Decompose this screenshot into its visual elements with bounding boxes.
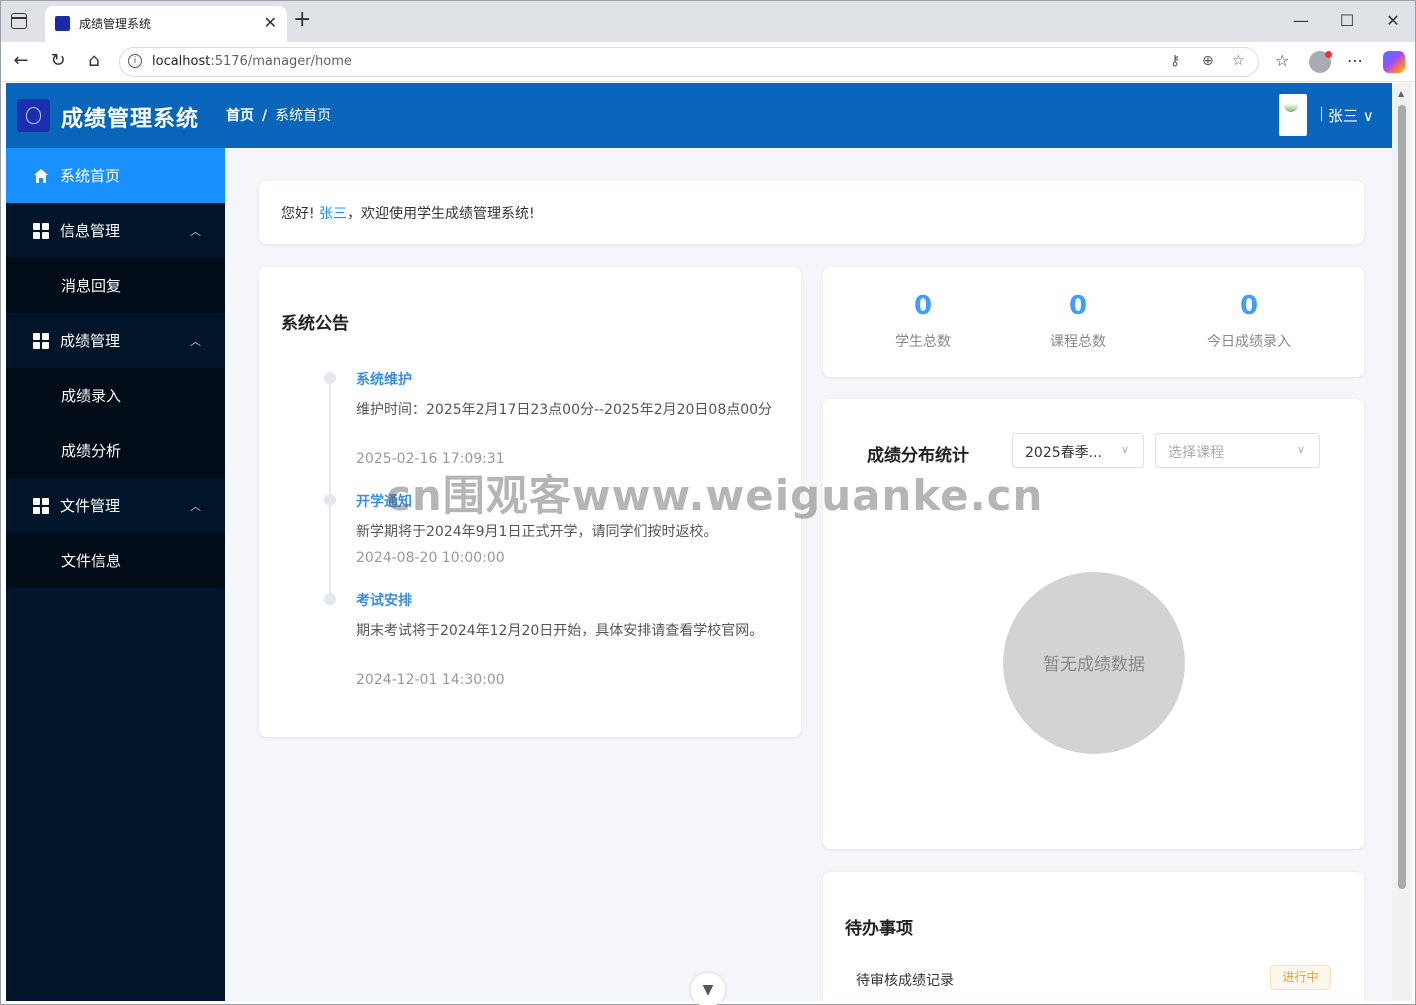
welcome-card: 您好! 张三，欢迎使用学生成绩管理系统! bbox=[259, 181, 1364, 244]
chevron-down-icon: ∨ bbox=[1120, 443, 1129, 456]
browser-window: 成绩管理系统 ✕ + — ☐ ✕ ← ↻ ⌂ i localhost:5176/… bbox=[0, 0, 1416, 1005]
timeline-line bbox=[329, 378, 331, 606]
reload-icon[interactable]: ↻ bbox=[46, 50, 70, 71]
stat-label: 课程总数 bbox=[1050, 334, 1106, 350]
app-root: 成绩管理系统 首页 / 系统首页 张三 ∨ 系统首页 信息管理 ︿ 消息回复 成… bbox=[6, 83, 1397, 1001]
avatar[interactable] bbox=[1279, 94, 1307, 136]
notification-dot bbox=[1325, 51, 1332, 58]
notice-item-body: 期末考试将于2024年12月20日开始，具体安排请查看学校官网。 bbox=[356, 623, 764, 639]
timeline-dot bbox=[324, 372, 336, 384]
sidebar-item-file-info[interactable]: 文件信息 bbox=[6, 533, 225, 588]
minimize-icon[interactable]: — bbox=[1291, 11, 1311, 30]
stat-label: 今日成绩录入 bbox=[1207, 334, 1291, 350]
url-text: localhost:5176/manager/home bbox=[152, 54, 352, 69]
breadcrumb-current: 系统首页 bbox=[275, 108, 332, 124]
tab-actions-icon[interactable] bbox=[11, 13, 27, 29]
scroll-down-icon[interactable]: ▼ bbox=[691, 973, 725, 1005]
copilot-icon[interactable] bbox=[1383, 51, 1405, 73]
browser-tab[interactable]: 成绩管理系统 ✕ bbox=[45, 6, 287, 42]
home-icon bbox=[34, 169, 48, 183]
stat-label: 学生总数 bbox=[895, 334, 951, 350]
breadcrumb-home[interactable]: 首页 bbox=[226, 108, 254, 124]
tab-title: 成绩管理系统 bbox=[79, 17, 152, 31]
sidebar-item-score-entry[interactable]: 成绩录入 bbox=[6, 368, 225, 423]
chevron-up-icon: ︿ bbox=[190, 225, 201, 238]
stat-students: 0 学生总数 bbox=[853, 289, 993, 351]
app-header: 成绩管理系统 首页 / 系统首页 张三 ∨ bbox=[6, 83, 1397, 148]
sidebar-item-message-reply[interactable]: 消息回复 bbox=[6, 258, 225, 313]
sidebar-item-score-management[interactable]: 成绩管理 ︿ bbox=[6, 313, 225, 368]
chevron-down-icon: ∨ bbox=[1358, 107, 1374, 125]
todo-title: 待办事项 bbox=[845, 919, 913, 939]
chevron-down-icon: ∨ bbox=[1296, 443, 1305, 456]
timeline-dot bbox=[324, 593, 336, 605]
watermark: cn围观客www.weiguanke.cn bbox=[386, 471, 1044, 520]
sidebar-item-info-management[interactable]: 信息管理 ︿ bbox=[6, 203, 225, 258]
welcome-text: 您好! 张三，欢迎使用学生成绩管理系统! bbox=[281, 206, 535, 222]
notice-item-title[interactable]: 系统维护 bbox=[356, 369, 412, 389]
sidebar-item-score-analysis[interactable]: 成绩分析 bbox=[6, 423, 225, 478]
sidebar-item-home[interactable]: 系统首页 bbox=[6, 148, 225, 203]
notice-item-time: 2024-12-01 14:30:00 bbox=[356, 672, 505, 688]
empty-text: 暂无成绩数据 bbox=[1043, 655, 1145, 675]
stat-value: 0 bbox=[913, 291, 933, 321]
maximize-icon[interactable]: ☐ bbox=[1337, 11, 1357, 30]
notice-item-body: 维护时间：2025年2月17日23点00分--2025年2月20日08点00分 bbox=[356, 402, 773, 418]
new-tab-icon[interactable]: + bbox=[293, 9, 311, 31]
notice-item-body: 新学期将于2024年9月1日正式开学，请同学们按时返校。 bbox=[356, 524, 718, 540]
notice-item-time: 2024-08-20 10:00:00 bbox=[356, 550, 505, 566]
stat-today-entries: 0 今日成绩录入 bbox=[1179, 289, 1319, 351]
favorite-star-icon[interactable]: ☆ bbox=[1232, 53, 1245, 69]
address-bar-row: ← ↻ ⌂ i localhost:5176/manager/home ⚷ ⊕ … bbox=[1, 42, 1415, 82]
grid-icon bbox=[33, 223, 49, 239]
course-select[interactable]: 选择课程 ∨ bbox=[1155, 433, 1320, 468]
more-menu-icon[interactable]: ⋯ bbox=[1347, 51, 1363, 70]
status-badge: 进行中 bbox=[1270, 965, 1331, 990]
notice-item-title[interactable]: 考试安排 bbox=[356, 590, 412, 610]
browser-tab-bar: 成绩管理系统 ✕ + — ☐ ✕ bbox=[1, 1, 1415, 42]
chevron-up-icon: ︿ bbox=[190, 335, 201, 348]
favicon-icon bbox=[55, 16, 70, 31]
breadcrumb: 首页 / 系统首页 bbox=[226, 108, 332, 124]
stat-value: 0 bbox=[1068, 291, 1088, 321]
stats-card: 0 学生总数 0 课程总数 0 今日成绩录入 bbox=[823, 267, 1364, 377]
key-icon[interactable]: ⚷ bbox=[1170, 53, 1180, 69]
stat-courses: 0 课程总数 bbox=[1008, 289, 1148, 351]
logo bbox=[17, 99, 50, 132]
sidebar: 系统首页 信息管理 ︿ 消息回复 成绩管理 ︿ 成绩录入 成绩分析 文件管理 ︿… bbox=[6, 148, 225, 1001]
close-tab-icon[interactable]: ✕ bbox=[264, 13, 277, 32]
notice-title: 系统公告 bbox=[281, 314, 349, 334]
back-icon[interactable]: ← bbox=[9, 50, 33, 71]
sidebar-item-file-management[interactable]: 文件管理 ︿ bbox=[6, 478, 225, 533]
zoom-icon[interactable]: ⊕ bbox=[1202, 53, 1214, 69]
page-scrollbar[interactable]: ▲ bbox=[1392, 83, 1412, 1001]
grid-icon bbox=[33, 333, 49, 349]
chevron-up-icon: ︿ bbox=[190, 500, 201, 513]
empty-chart-placeholder: 暂无成绩数据 bbox=[1003, 572, 1185, 754]
favorites-icon[interactable]: ☆ bbox=[1275, 51, 1289, 70]
user-menu[interactable]: 张三 ∨ bbox=[1328, 105, 1374, 126]
grid-icon bbox=[33, 498, 49, 514]
url-input[interactable]: i localhost:5176/manager/home ⚷ ⊕ ☆ bbox=[119, 47, 1259, 77]
timeline-dot bbox=[324, 494, 336, 506]
scroll-thumb[interactable] bbox=[1398, 105, 1406, 889]
todo-item-label[interactable]: 待审核成绩记录 bbox=[856, 970, 954, 990]
todo-card: 待办事项 待审核成绩记录 进行中 bbox=[823, 872, 1364, 1001]
site-info-icon[interactable]: i bbox=[128, 54, 142, 68]
scroll-up-icon[interactable]: ▲ bbox=[1398, 89, 1404, 98]
stat-value: 0 bbox=[1239, 291, 1259, 321]
app-title: 成绩管理系统 bbox=[61, 107, 200, 132]
close-window-icon[interactable]: ✕ bbox=[1383, 11, 1403, 30]
home-icon[interactable]: ⌂ bbox=[82, 50, 106, 71]
